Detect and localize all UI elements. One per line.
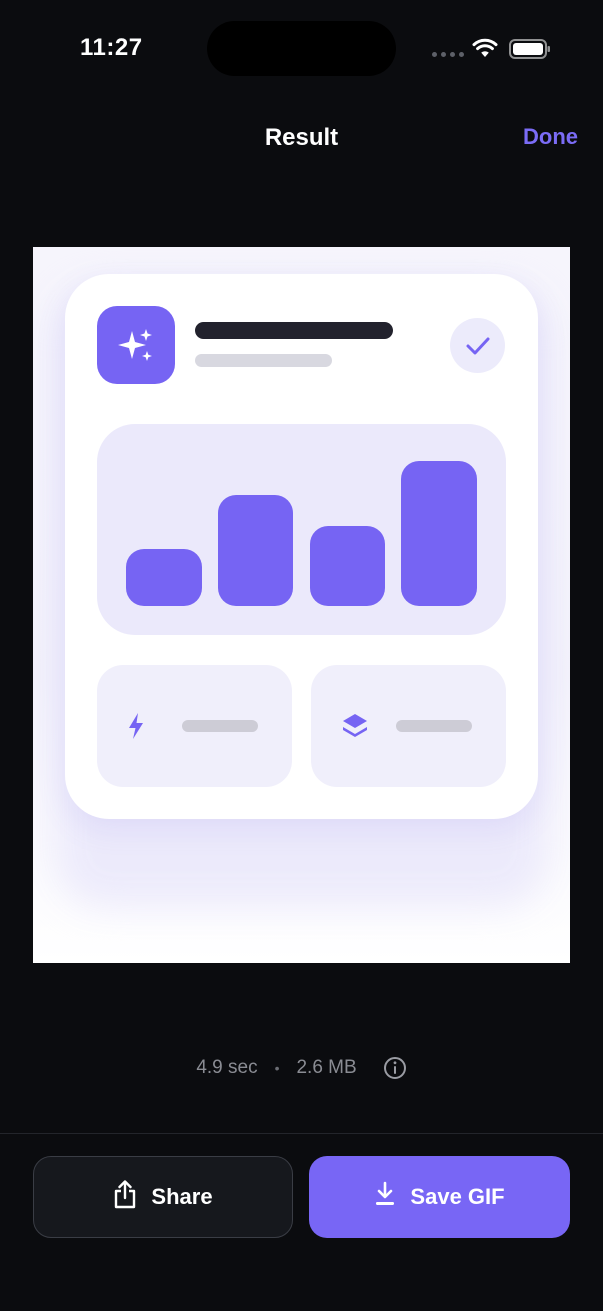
done-button[interactable]: Done: [523, 124, 578, 150]
subtitle-placeholder: [195, 354, 332, 367]
chart-bar: [218, 495, 293, 606]
file-size-label: 2.6 MB: [296, 1057, 357, 1078]
title-placeholder: [195, 322, 393, 339]
check-icon: [450, 318, 505, 373]
share-icon: [113, 1179, 137, 1215]
wifi-icon: [472, 38, 498, 63]
tile-placeholder: [182, 720, 258, 732]
gif-meta: 4.9 sec • 2.6 MB: [0, 1056, 603, 1080]
status-time: 11:27: [80, 34, 143, 61]
battery-icon: [509, 39, 551, 64]
chart-bar: [310, 526, 385, 606]
chart-bar: [126, 549, 202, 606]
separator: •: [274, 1060, 280, 1076]
bolt-icon: [127, 712, 145, 745]
layers-icon: [341, 712, 369, 745]
info-icon[interactable]: [383, 1056, 407, 1080]
feature-tile: [97, 665, 292, 787]
duration-label: 4.9 sec: [196, 1057, 258, 1078]
tile-placeholder: [396, 720, 472, 732]
share-label: Share: [151, 1184, 213, 1209]
screen: 11:27 Result Done 4.9 sec • 2.6 MB Share…: [0, 0, 603, 1311]
share-button[interactable]: Share: [33, 1156, 293, 1238]
feature-tile: [311, 665, 506, 787]
save-gif-button[interactable]: Save GIF: [309, 1156, 570, 1238]
chart-bar: [401, 461, 477, 606]
download-icon: [374, 1181, 396, 1213]
chart-panel: [97, 424, 506, 635]
gif-preview: [33, 247, 570, 963]
signal-icon: [432, 52, 464, 57]
save-label: Save GIF: [410, 1184, 505, 1209]
divider: [0, 1133, 603, 1134]
sparkle-icon: [97, 306, 175, 384]
page-title: Result: [264, 124, 339, 151]
preview-card: [65, 274, 538, 819]
dynamic-island: [207, 21, 396, 76]
